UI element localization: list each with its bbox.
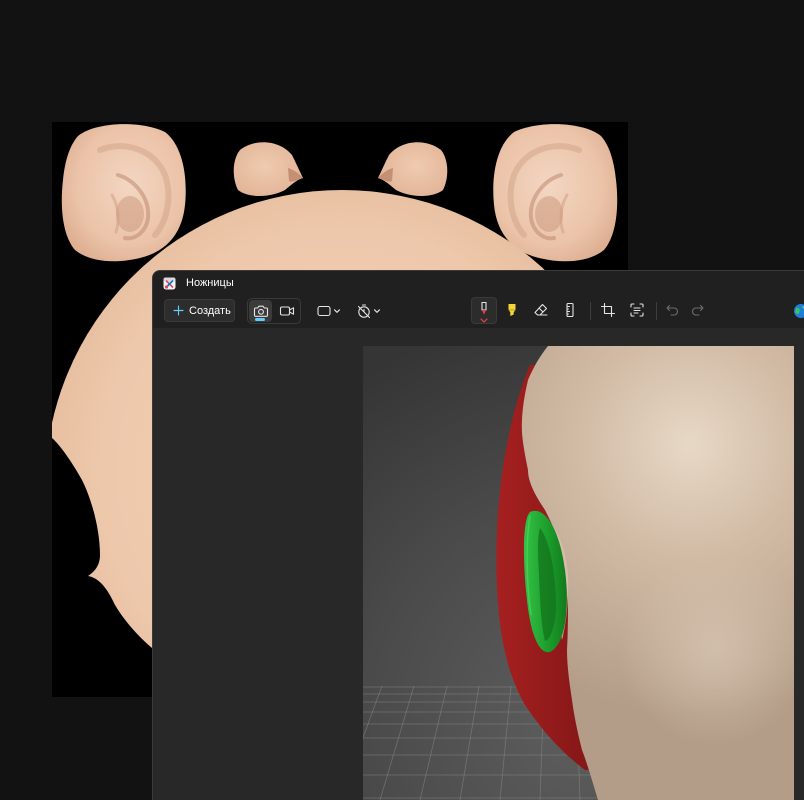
toolbar: Создать [153, 271, 804, 328]
timer-off-icon [356, 303, 372, 319]
ruler-icon [562, 302, 578, 318]
undo-button[interactable] [661, 299, 683, 322]
ruler-button[interactable] [559, 299, 581, 322]
highlighter-icon [504, 302, 520, 318]
ballpoint-pen-button[interactable] [471, 297, 497, 324]
toolbar-divider [656, 302, 657, 320]
text-actions-button[interactable] [626, 299, 648, 322]
plus-icon [172, 304, 185, 317]
right-ear-flap-texture [378, 142, 448, 196]
toolbar-divider [590, 302, 591, 320]
eraser-icon [533, 302, 549, 318]
chevron-down-icon [333, 307, 341, 315]
chevron-down-icon [373, 307, 381, 315]
eraser-button[interactable] [530, 299, 552, 322]
pen-color-chevron-icon [480, 318, 488, 323]
ballpoint-pen-icon [476, 301, 492, 317]
desktop: Ножницы Создать [0, 0, 804, 800]
redo-icon [690, 302, 706, 318]
highlighter-button[interactable] [501, 299, 523, 322]
new-snip-label: Создать [189, 305, 231, 317]
rectangle-snip-icon [316, 303, 332, 319]
snip-shape-dropdown[interactable] [313, 300, 343, 322]
text-actions-icon [629, 302, 645, 318]
left-ear-flap-texture [233, 142, 303, 196]
paint-icon [793, 303, 804, 319]
delay-dropdown[interactable] [353, 300, 383, 322]
video-icon [279, 303, 295, 319]
selected-mode-indicator [255, 318, 265, 321]
video-mode-button[interactable] [276, 300, 298, 322]
edit-in-paint-button[interactable] [793, 303, 804, 319]
neck-highlight [560, 560, 794, 800]
new-snip-button[interactable]: Создать [164, 299, 235, 322]
crop-button[interactable] [597, 299, 619, 322]
crop-icon [600, 302, 616, 318]
redo-button[interactable] [687, 299, 709, 322]
left-ear-texture [62, 124, 186, 261]
right-ear-texture [493, 124, 617, 261]
undo-icon [664, 302, 680, 318]
captured-screenshot[interactable] [363, 346, 794, 800]
camera-icon [253, 303, 269, 319]
snipping-tool-window: Ножницы Создать [152, 270, 804, 800]
